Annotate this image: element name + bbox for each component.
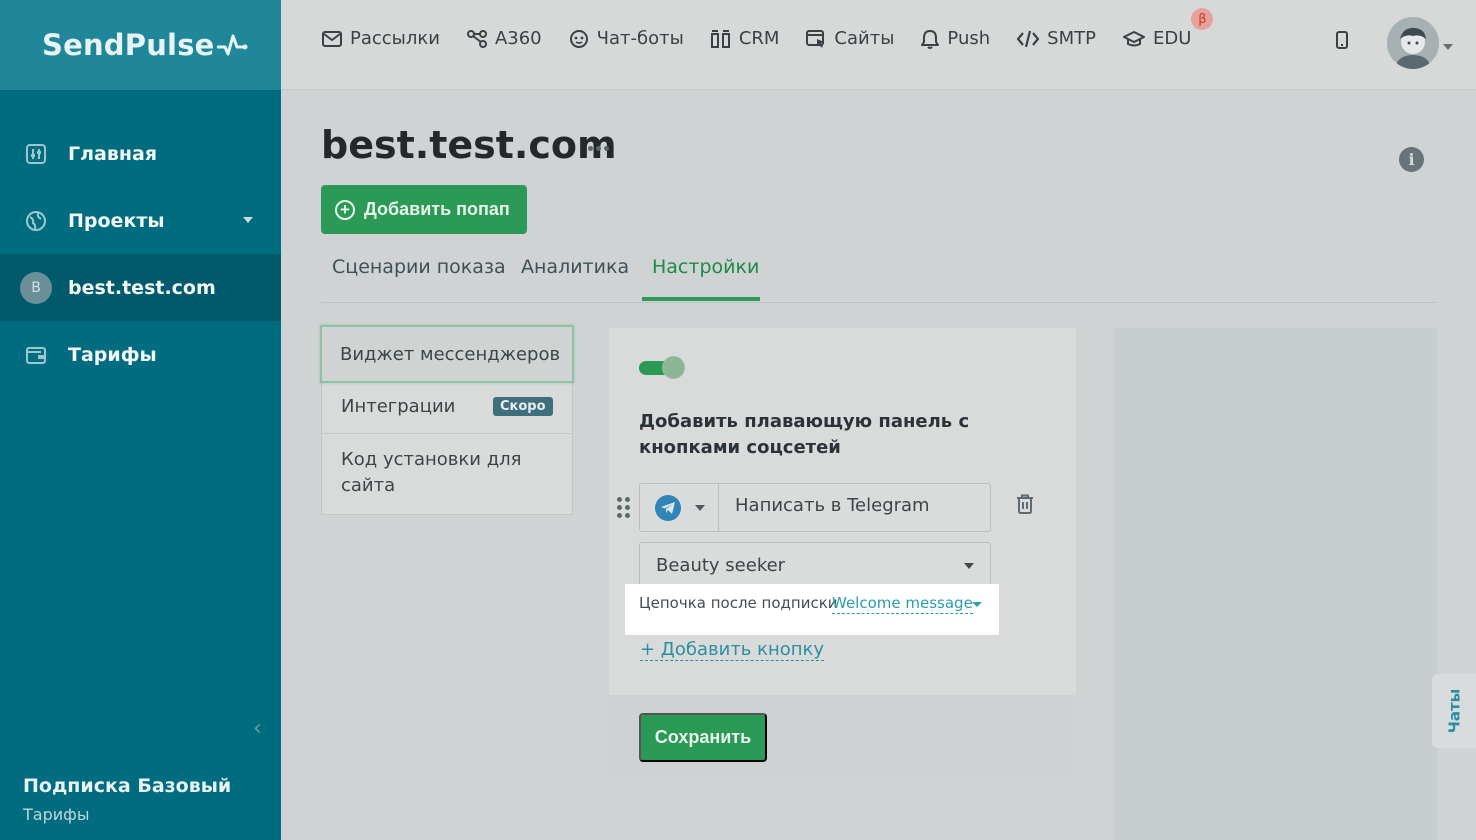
widget-enable-toggle[interactable] <box>639 356 685 379</box>
sidebar-item-project-best-test[interactable]: B best.test.com <box>0 254 281 321</box>
topnav-label: A360 <box>494 28 542 49</box>
site-icon <box>806 29 826 48</box>
messenger-button-row: Написать в Telegram <box>639 483 991 532</box>
active-tab-indicator <box>642 297 760 301</box>
bell-icon <box>921 29 940 49</box>
sidebar-item-label: Тарифы <box>68 343 157 366</box>
sidebar-nav: Главная Проекты B best.test.com Тарифы <box>0 120 281 388</box>
plus-circle-icon: + <box>335 199 355 220</box>
sidebar-item-label: Главная <box>68 142 158 165</box>
telegram-icon <box>655 494 681 521</box>
settings-item-messenger-widget[interactable]: Виджет мессенджеров <box>320 325 574 383</box>
graduation-cap-icon <box>1122 30 1145 48</box>
tab-scenarios[interactable]: Сценарии показа <box>332 256 506 278</box>
code-icon <box>1017 30 1040 48</box>
topnav-label: SMTP <box>1047 28 1096 49</box>
topnav-smtp[interactable]: SMTP <box>1017 28 1096 49</box>
settings-item-label: Виджет мессенджеров <box>340 343 561 365</box>
globe-icon <box>23 208 49 234</box>
more-options-icon[interactable] <box>588 146 609 151</box>
toggle-knob <box>662 356 685 379</box>
crm-icon <box>710 29 731 49</box>
page-title: best.test.com <box>321 123 617 167</box>
settings-item-label: Код установки для сайта <box>341 449 522 496</box>
widget-preview <box>1114 328 1437 840</box>
top-bar: Рассылки A360 Чат-боты CRM Сайты Push SM… <box>281 0 1476 90</box>
pulse-icon <box>216 34 248 56</box>
info-icon[interactable]: i <box>1399 147 1424 172</box>
plan-link[interactable]: Тарифы <box>23 805 231 824</box>
topnav-a360[interactable]: A360 <box>466 28 542 49</box>
chevron-down-icon[interactable] <box>243 217 253 223</box>
chats-tab[interactable]: Чаты <box>1432 674 1476 748</box>
beta-badge: β <box>1191 8 1214 30</box>
user-avatar[interactable] <box>1387 17 1439 69</box>
topnav-edu[interactable]: EDU β <box>1122 8 1214 49</box>
brand-logo[interactable]: SendPulse <box>42 28 249 62</box>
widget-heading: Добавить плавающую панель с кнопками соц… <box>639 411 970 458</box>
drag-handle-icon[interactable] <box>617 497 630 518</box>
sidebar-item-tariffs[interactable]: Тарифы <box>0 321 281 388</box>
chevron-down-icon[interactable] <box>1443 44 1453 50</box>
bot-select-value: Beauty seeker <box>656 554 786 576</box>
tab-analytics[interactable]: Аналитика <box>521 256 629 278</box>
topnav-label: Push <box>947 28 991 49</box>
topnav-crm[interactable]: CRM <box>710 28 780 49</box>
chat-bot-icon <box>569 29 589 49</box>
topnav-label: CRM <box>738 28 780 49</box>
top-nav: Рассылки A360 Чат-боты CRM Сайты Push SM… <box>322 8 1218 49</box>
sidebar-item-home[interactable]: Главная <box>0 120 281 187</box>
project-avatar: B <box>20 271 52 304</box>
tab-settings[interactable]: Настройки <box>652 256 759 278</box>
messenger-select[interactable] <box>640 484 719 531</box>
subscription-plan: Подписка Базовый Тарифы <box>23 775 231 824</box>
divider <box>322 433 572 434</box>
sidebar-item-projects[interactable]: Проекты <box>0 187 281 254</box>
soon-badge: Скоро <box>493 397 553 416</box>
bot-select[interactable]: Beauty seeker <box>639 542 991 588</box>
chain-select[interactable]: Welcome message <box>832 594 973 614</box>
add-button-link[interactable]: + Добавить кнопку <box>640 639 825 661</box>
topnav-push[interactable]: Push <box>921 28 990 49</box>
mobile-icon[interactable] <box>1335 30 1349 54</box>
chevron-down-icon <box>964 563 974 569</box>
wallet-icon <box>23 342 49 368</box>
topnav-label: Сайты <box>834 28 895 49</box>
settings-item-label: Интеграции <box>341 396 456 417</box>
add-popup-label: Добавить попап <box>364 199 510 219</box>
chevron-down-icon[interactable] <box>972 602 982 607</box>
brand-name: SendPulse <box>42 28 215 62</box>
sidebar-item-label: best.test.com <box>68 276 216 299</box>
chain-label: Цепочка после подписки <box>639 594 838 612</box>
flow-icon <box>466 29 487 48</box>
tabs: Сценарии показа Аналитика Настройки <box>321 250 1437 303</box>
add-popup-button[interactable]: + Добавить попап <box>321 185 527 234</box>
topnav-campaigns[interactable]: Рассылки <box>322 28 440 49</box>
sidebar-item-label: Проекты <box>68 209 165 232</box>
dashboard-icon <box>23 141 49 167</box>
chats-tab-label: Чаты <box>1445 688 1464 734</box>
sidebar: SendPulse Главная Проекты B best.test.co… <box>0 0 281 840</box>
trash-icon[interactable] <box>1016 494 1034 518</box>
topnav-chatbots[interactable]: Чат-боты <box>569 28 684 49</box>
collapse-sidebar-icon[interactable]: ‹ <box>253 716 262 741</box>
plan-title: Подписка Базовый <box>23 775 232 797</box>
button-text-input[interactable]: Написать в Telegram <box>735 495 930 516</box>
settings-item-install-code[interactable]: Код установки для сайта <box>322 447 532 499</box>
topnav-label: EDU <box>1152 28 1192 49</box>
chevron-down-icon <box>695 505 705 511</box>
topnav-label: Чат-боты <box>596 28 684 49</box>
logo-area: SendPulse <box>0 0 281 90</box>
settings-menu: Виджет мессенджеров Интеграции Скоро Код… <box>320 325 574 515</box>
topnav-label: Рассылки <box>350 28 440 49</box>
envelope-icon <box>322 30 342 47</box>
topnav-sites[interactable]: Сайты <box>806 28 894 49</box>
save-button[interactable]: Сохранить <box>639 713 767 762</box>
